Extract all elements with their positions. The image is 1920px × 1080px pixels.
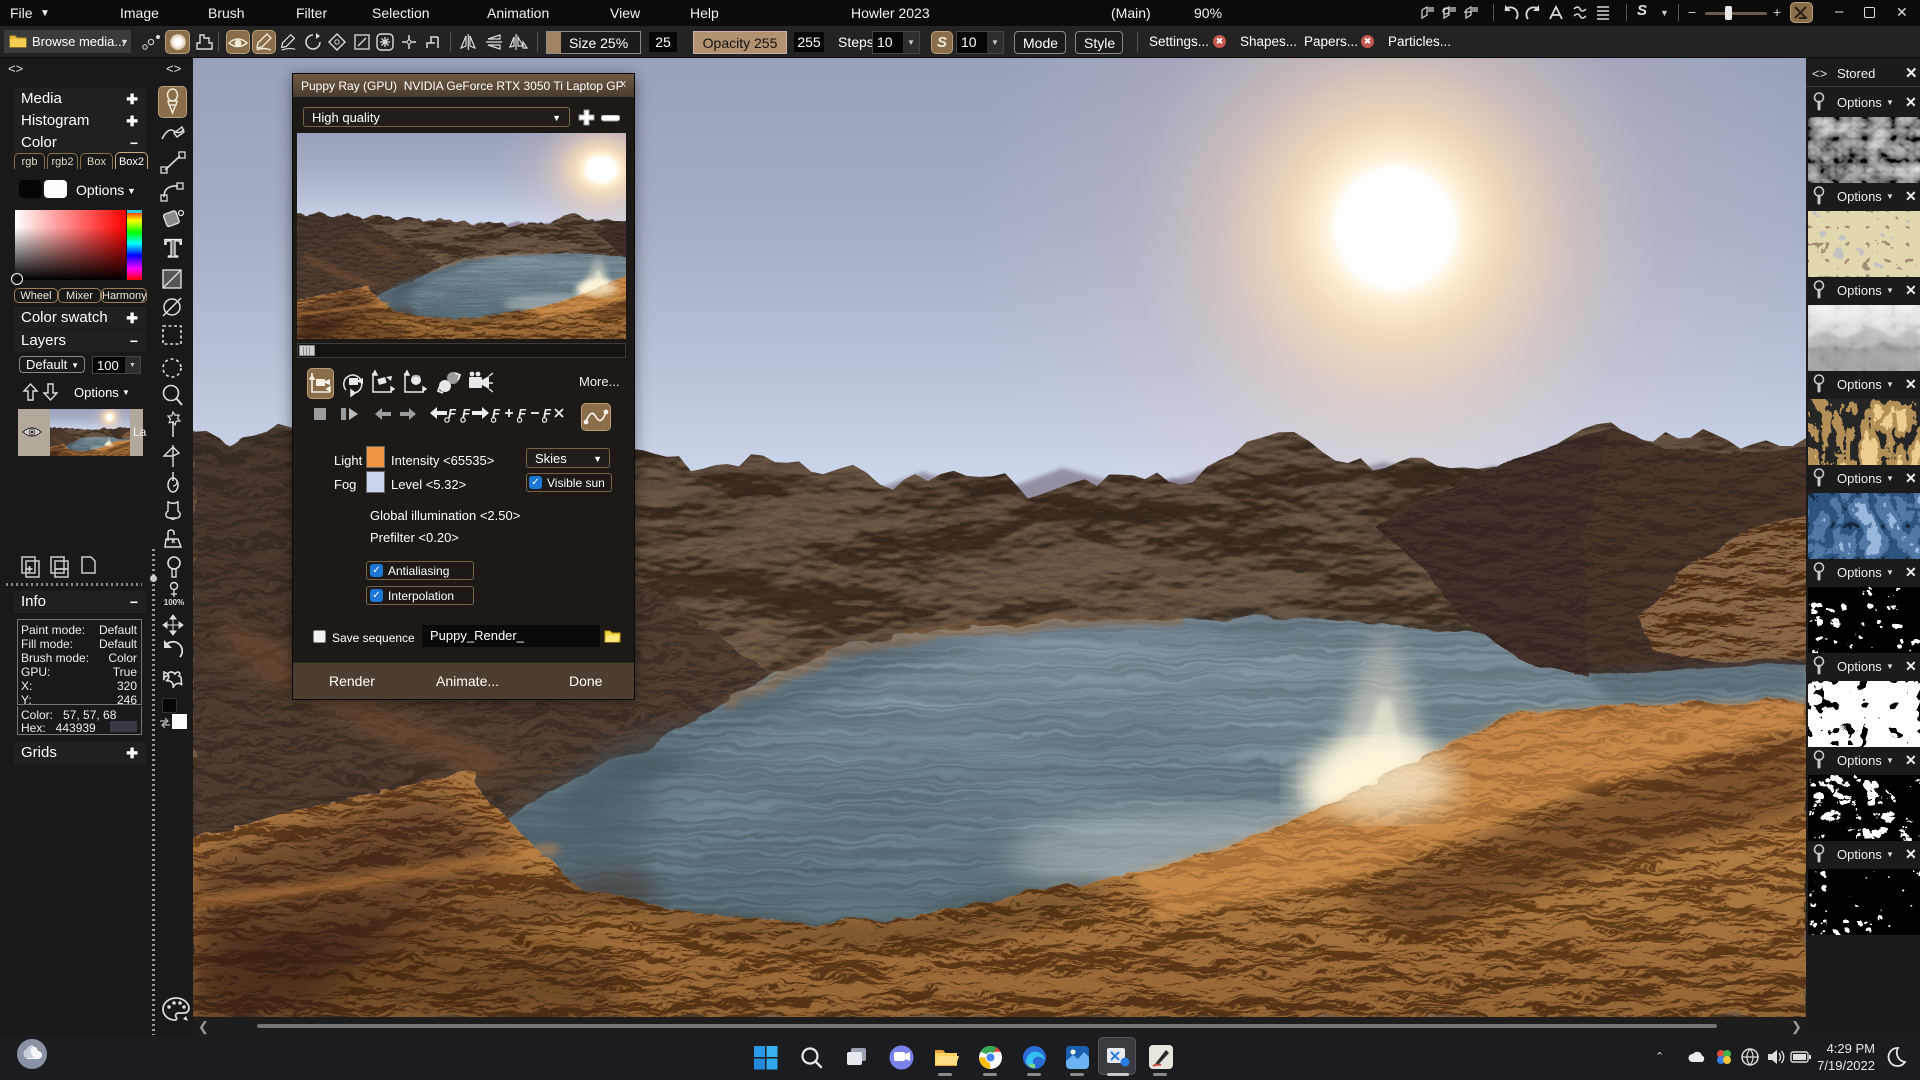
svg-text:F: F xyxy=(492,406,501,421)
svg-text:T: T xyxy=(164,235,181,263)
svg-text:F: F xyxy=(462,406,471,421)
svg-text:F: F xyxy=(543,406,552,421)
svg-text:100%: 100% xyxy=(164,598,184,607)
svg-text:F: F xyxy=(518,406,527,421)
